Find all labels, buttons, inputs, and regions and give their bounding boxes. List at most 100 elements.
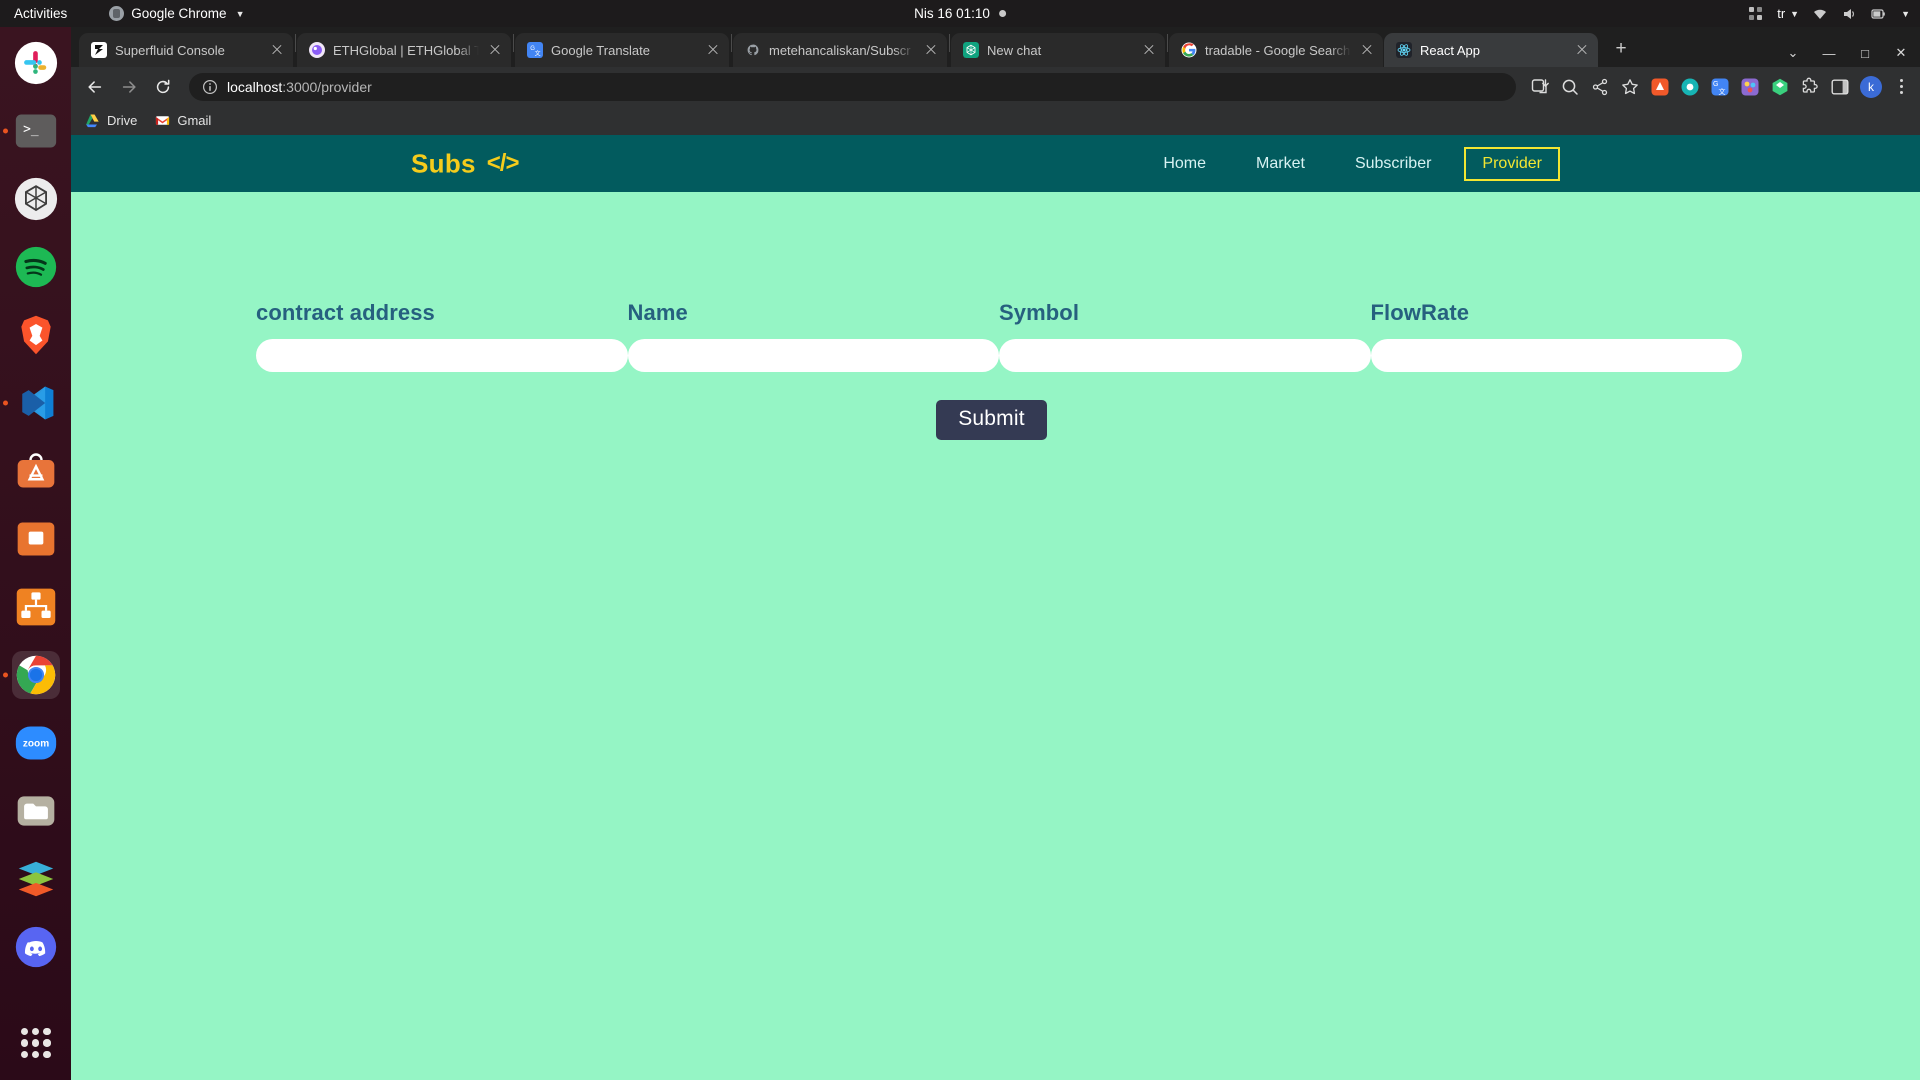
chrome-menu-button[interactable] — [1892, 79, 1910, 94]
web-page: Subs </> Home Market Subscriber Provider… — [71, 135, 1920, 1080]
terminal-icon: >_ — [15, 114, 56, 148]
field-label: contract address — [256, 300, 435, 325]
slack-icon — [14, 41, 57, 85]
battery-icon[interactable] — [1870, 6, 1886, 22]
close-icon[interactable] — [923, 42, 939, 58]
nav-link-market[interactable]: Market — [1231, 149, 1330, 179]
dock-item-ubuntu-software[interactable] — [12, 447, 60, 495]
tab-title: React App — [1420, 42, 1480, 58]
system-menu-chevron-icon[interactable]: ▼ — [1901, 9, 1910, 19]
field-label: Symbol — [999, 300, 1080, 325]
dock-item-zoom[interactable]: zoom — [12, 719, 60, 767]
extension-icon-metamask[interactable] — [1770, 77, 1790, 97]
dock-item-vscode[interactable] — [12, 379, 60, 427]
clock[interactable]: Nis 16 01:10 — [914, 6, 1006, 21]
browser-tab-new-chat[interactable]: New chat — [951, 33, 1165, 67]
svg-text:G: G — [1713, 81, 1718, 88]
minimize-button[interactable]: — — [1818, 46, 1840, 61]
browser-tab-github[interactable]: metehancaliskan/Subscr — [733, 33, 947, 67]
gmail-icon — [156, 116, 170, 125]
site-info-icon[interactable] — [202, 79, 218, 95]
grid-dot-icon — [31, 1050, 40, 1058]
extension-icon-colorpicker[interactable] — [1740, 77, 1760, 97]
name-input[interactable] — [627, 339, 999, 372]
nav-link-home[interactable]: Home — [1138, 149, 1231, 179]
close-icon[interactable] — [487, 42, 503, 58]
symbol-input[interactable] — [999, 339, 1371, 372]
tab-title: New chat — [987, 42, 1042, 58]
close-icon[interactable] — [1141, 42, 1157, 58]
close-icon[interactable] — [705, 42, 721, 58]
back-button[interactable] — [81, 73, 109, 101]
tab-search-icon[interactable]: ⌄ — [1782, 45, 1804, 61]
discord-icon — [15, 926, 56, 968]
network-icon[interactable] — [1812, 6, 1828, 22]
close-icon[interactable] — [269, 42, 285, 58]
bookmark-star-icon[interactable] — [1620, 77, 1640, 97]
share-icon[interactable] — [1590, 77, 1610, 97]
dock-item-terminal[interactable]: >_ — [12, 107, 60, 155]
volume-icon[interactable] — [1841, 6, 1857, 22]
tab-separator — [731, 34, 732, 52]
nav-link-subscriber[interactable]: Subscriber — [1330, 149, 1456, 179]
forward-button[interactable] — [115, 73, 143, 101]
zoom-icon[interactable] — [1560, 77, 1580, 97]
side-panel-icon[interactable] — [1830, 77, 1850, 97]
field-contract-address: contract address — [256, 300, 628, 372]
reload-button[interactable] — [149, 73, 177, 101]
google-drive-icon — [86, 114, 99, 128]
bookmark-label: Drive — [107, 113, 138, 128]
tab-separator — [513, 34, 514, 52]
vscode-icon — [21, 386, 53, 420]
dock-item-google-chrome[interactable] — [11, 651, 60, 699]
browser-tab-react-app[interactable]: React App — [1384, 33, 1598, 67]
nav-link-provider[interactable]: Provider — [1464, 146, 1560, 181]
bookmark-drive[interactable]: Drive — [85, 113, 137, 128]
chevron-down-icon: ▼ — [235, 8, 245, 19]
extension-icon-teal[interactable] — [1680, 77, 1700, 97]
keyboard-layout-indicator[interactable]: tr ▼ — [1777, 6, 1799, 21]
extension-icon-orange[interactable] — [1650, 77, 1670, 97]
kebab-dot-icon — [1899, 79, 1903, 82]
dock-item-discord[interactable] — [12, 923, 60, 971]
extension-icon-translate[interactable]: G 文 — [1710, 77, 1730, 97]
close-icon[interactable] — [1359, 42, 1375, 58]
field-label: Name — [627, 300, 688, 325]
maximize-button[interactable]: □ — [1854, 46, 1876, 61]
dock-item-gimp[interactable] — [12, 515, 60, 563]
show-applications-button[interactable] — [20, 1028, 51, 1058]
dock-item-brave[interactable] — [12, 311, 60, 359]
activities-button[interactable]: Activities — [14, 6, 67, 21]
browser-tab-google-translate[interactable]: G 文 Google Translate — [515, 33, 729, 67]
submit-button[interactable]: Submit — [936, 400, 1047, 440]
browser-tab-ethglobal[interactable]: ETHGlobal | ETHGlobal T — [297, 33, 511, 67]
dock-item-files[interactable] — [12, 787, 60, 835]
active-app-menu[interactable]: Google Chrome ▼ — [109, 6, 245, 21]
puzzle-icon[interactable] — [1748, 6, 1764, 22]
contract-address-input[interactable] — [256, 339, 628, 372]
spotify-icon — [15, 246, 56, 288]
dock-item-remmina[interactable] — [12, 583, 60, 631]
dock-item-spotify[interactable] — [12, 243, 60, 291]
google-translate-icon: G 文 — [527, 42, 543, 58]
browser-tab-tradable-google-search[interactable]: tradable - Google Search — [1169, 33, 1383, 67]
bookmark-gmail[interactable]: Gmail — [155, 113, 211, 128]
svg-text:文: 文 — [1719, 87, 1726, 96]
dock-item-chatgpt[interactable] — [12, 175, 60, 223]
url-path: :3000/provider — [282, 78, 372, 95]
profile-avatar[interactable]: k — [1860, 75, 1882, 98]
tab-title: tradable - Google Search — [1205, 42, 1351, 58]
install-app-icon[interactable] — [1530, 77, 1550, 97]
dock-item-layers[interactable] — [12, 855, 60, 903]
close-icon[interactable] — [1574, 42, 1590, 58]
site-brand[interactable]: Subs </> — [411, 148, 519, 179]
browser-tab-superfluid-console[interactable]: Superfluid Console — [79, 33, 293, 67]
new-tab-button[interactable]: + — [1607, 35, 1635, 63]
chevron-down-icon: ▼ — [1790, 8, 1800, 19]
dock-item-slack[interactable] — [12, 39, 60, 87]
tab-separator — [949, 34, 950, 52]
extensions-puzzle-icon[interactable] — [1800, 77, 1820, 97]
flowrate-input[interactable] — [1370, 339, 1742, 372]
address-bar[interactable]: localhost:3000/provider — [189, 72, 1516, 101]
close-window-button[interactable]: ✕ — [1890, 45, 1912, 61]
